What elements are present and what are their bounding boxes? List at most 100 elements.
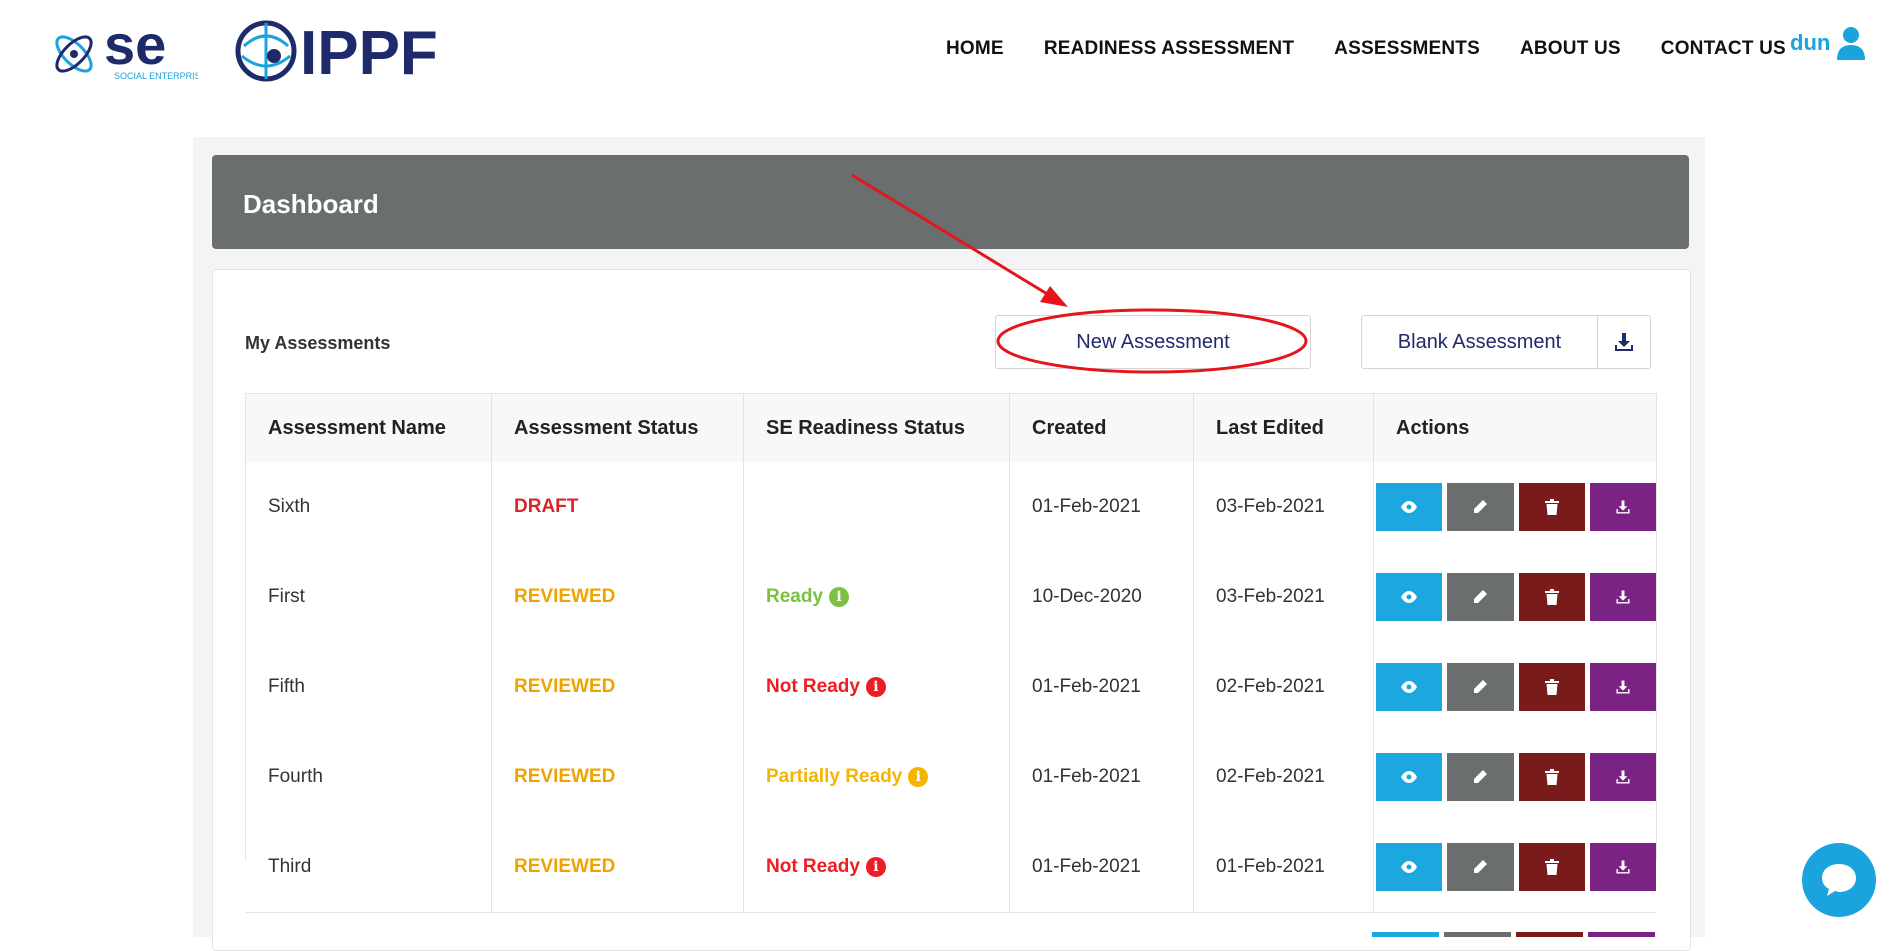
status-badge: DRAFT — [492, 462, 744, 552]
status-badge: REVIEWED — [492, 642, 744, 732]
pencil-icon — [1474, 500, 1488, 513]
eye-icon — [1401, 681, 1418, 693]
trash-icon — [1544, 769, 1559, 785]
pencil-icon — [1474, 590, 1488, 603]
trash-icon — [1544, 589, 1559, 605]
info-icon[interactable]: i — [865, 857, 886, 877]
eye-icon — [1401, 861, 1418, 873]
download-button[interactable] — [1589, 663, 1656, 711]
table-row: Third REVIEWED Not Ready i 01-Feb-2021 0… — [246, 822, 1656, 913]
view-button[interactable] — [1376, 663, 1443, 711]
view-button[interactable] — [1376, 483, 1443, 531]
col-se-readiness-status: SE Readiness Status — [744, 394, 1010, 462]
cell-name: Third — [246, 822, 492, 912]
edit-button[interactable] — [1447, 843, 1514, 891]
ippf-logo[interactable]: IPPF — [234, 16, 458, 86]
user-name: dun — [1790, 30, 1831, 55]
user-menu[interactable]: dun — [1790, 26, 1866, 60]
pencil-icon — [1474, 860, 1488, 873]
cell-created: 01-Feb-2021 — [1010, 642, 1194, 732]
new-assessment-button[interactable]: New Assessment — [995, 315, 1311, 369]
col-assessment-name: Assessment Name — [246, 394, 492, 462]
delete-button[interactable] — [1518, 843, 1585, 891]
pencil-icon — [1474, 680, 1488, 693]
delete-button[interactable] — [1518, 573, 1585, 621]
cell-last-edited: 02-Feb-2021 — [1194, 732, 1374, 822]
cell-created: 10-Dec-2020 — [1010, 552, 1194, 642]
col-assessment-status: Assessment Status — [492, 394, 744, 462]
info-icon[interactable]: i — [865, 677, 886, 697]
download-button[interactable] — [1589, 483, 1656, 531]
status-badge: REVIEWED — [492, 552, 744, 642]
info-icon[interactable]: i — [908, 767, 929, 787]
row-actions — [1374, 642, 1656, 732]
cell-readiness: Not Ready i — [744, 642, 1010, 732]
nav-assessments[interactable]: ASSESSMENTS — [1334, 38, 1480, 60]
download-button[interactable] — [1589, 843, 1656, 891]
assessments-table: Assessment Name Assessment Status SE Rea… — [245, 393, 1657, 913]
download-icon — [1616, 590, 1630, 604]
next-row-peek — [1372, 932, 1898, 937]
nav-about-us[interactable]: ABOUT US — [1520, 38, 1621, 60]
info-icon[interactable]: i — [829, 587, 850, 607]
cell-name: Sixth — [246, 462, 492, 552]
edit-button[interactable] — [1447, 663, 1514, 711]
ippf-logo-text: IPPF — [300, 19, 438, 86]
cell-name: Fifth — [246, 642, 492, 732]
cell-readiness: Partially Ready i — [744, 732, 1010, 822]
cell-created: 01-Feb-2021 — [1010, 822, 1194, 912]
edit-button[interactable] — [1447, 753, 1514, 801]
se-logo-text: se — [104, 16, 166, 76]
user-icon — [1837, 27, 1866, 60]
view-button[interactable] — [1376, 843, 1443, 891]
cell-name: Fourth — [246, 732, 492, 822]
se-logo-subtext: SOCIAL ENTERPRISE — [114, 71, 198, 81]
download-icon[interactable] — [1597, 316, 1650, 368]
row-actions — [1374, 552, 1656, 642]
status-badge: REVIEWED — [492, 732, 744, 822]
row-actions — [1374, 822, 1656, 912]
readiness-label: Not Ready — [766, 856, 860, 877]
table-row: First REVIEWED Ready i 10-Dec-2020 03-Fe… — [246, 552, 1656, 643]
edit-button[interactable] — [1447, 573, 1514, 621]
row-actions — [1374, 462, 1656, 552]
download-icon — [1616, 680, 1630, 694]
eye-icon — [1401, 501, 1418, 513]
blank-assessment-button[interactable]: Blank Assessment — [1361, 315, 1651, 369]
delete-button[interactable] — [1518, 663, 1585, 711]
se-logo[interactable]: se SOCIAL ENTERPRISE — [48, 16, 198, 86]
eye-icon — [1401, 771, 1418, 783]
download-button[interactable] — [1589, 573, 1656, 621]
trash-icon — [1544, 859, 1559, 875]
readiness-label: Partially Ready — [766, 766, 903, 787]
table-row: Fourth REVIEWED Partially Ready i 01-Feb… — [246, 732, 1656, 823]
col-last-edited: Last Edited — [1194, 394, 1374, 462]
chat-button[interactable] — [1802, 843, 1876, 917]
edit-button[interactable] — [1447, 483, 1514, 531]
download-button[interactable] — [1589, 753, 1656, 801]
cell-created: 01-Feb-2021 — [1010, 462, 1194, 552]
readiness-label: Ready — [766, 586, 824, 607]
download-icon — [1616, 770, 1630, 784]
eye-icon — [1401, 591, 1418, 603]
cell-last-edited: 03-Feb-2021 — [1194, 462, 1374, 552]
section-label: My Assessments — [245, 333, 391, 353]
cell-created: 01-Feb-2021 — [1010, 732, 1194, 822]
delete-button[interactable] — [1518, 753, 1585, 801]
readiness-label: Not Ready — [766, 676, 860, 697]
nav-contact-us[interactable]: CONTACT US — [1661, 38, 1786, 60]
download-icon — [1616, 500, 1630, 514]
col-created: Created — [1010, 394, 1194, 462]
delete-button[interactable] — [1518, 483, 1585, 531]
cell-readiness — [744, 462, 1010, 552]
trash-icon — [1544, 499, 1559, 515]
view-button[interactable] — [1376, 573, 1443, 621]
cell-last-edited: 03-Feb-2021 — [1194, 552, 1374, 642]
cell-readiness: Not Ready i — [744, 822, 1010, 912]
chat-icon — [1822, 864, 1856, 896]
view-button[interactable] — [1376, 753, 1443, 801]
nav-readiness-assessment[interactable]: READINESS ASSESSMENT — [1044, 38, 1294, 60]
site-header: se SOCIAL ENTERPRISE IPPF HOME READINESS… — [0, 0, 1898, 110]
nav-home[interactable]: HOME — [946, 38, 1004, 60]
page-title: Dashboard — [243, 189, 379, 219]
